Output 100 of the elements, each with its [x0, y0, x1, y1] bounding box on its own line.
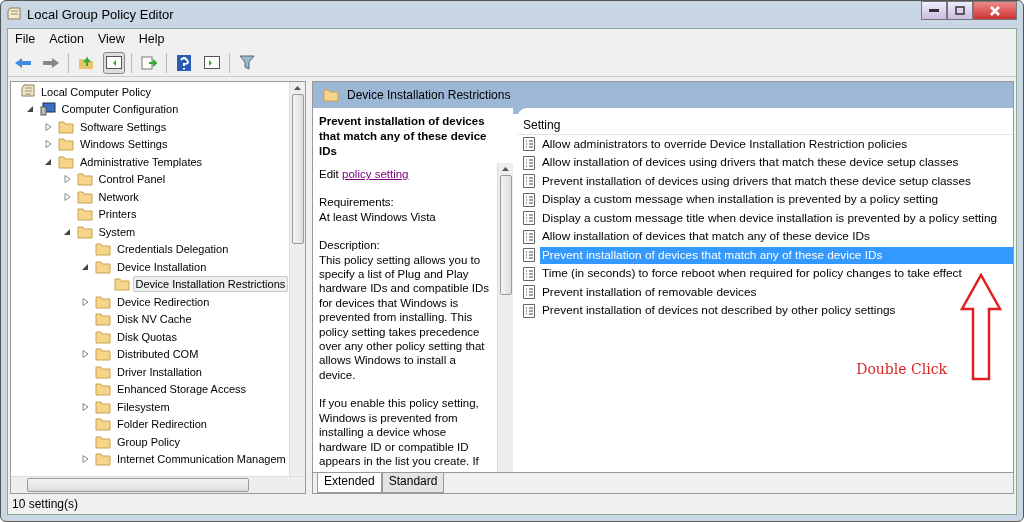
menu-item[interactable]: Action [42, 32, 91, 46]
collapse-arrow-icon[interactable] [45, 157, 53, 166]
folder-icon [58, 119, 74, 134]
policy-scroll-icon [7, 7, 21, 22]
collapse-arrow-icon[interactable] [26, 105, 34, 114]
tree-item[interactable]: Device Installation Restrictions [132, 276, 289, 293]
folder-icon [76, 189, 93, 204]
expand-arrow-icon[interactable] [82, 350, 90, 359]
setting-row[interactable]: Allow installation of devices using drivers that match these device setup classes [540, 154, 1013, 172]
expand-arrow-icon[interactable] [82, 402, 90, 411]
tree-item[interactable]: Local Computer Policy [38, 83, 155, 100]
tree-item[interactable]: Administrative Templates [77, 153, 206, 170]
description-label: Description: [319, 238, 381, 253]
close-button[interactable] [973, 1, 1017, 20]
tree-item[interactable]: Device Installation [114, 258, 210, 275]
tree-item[interactable]: Software Settings [77, 118, 170, 135]
setting-icon [523, 229, 535, 244]
setting-row[interactable]: Display a custom message title when device installation is prevented by a policy setting [540, 209, 1013, 227]
tree-item[interactable]: Network [95, 188, 142, 205]
collapse-arrow-icon[interactable] [63, 227, 71, 236]
tree-item[interactable]: Folder Redirection [114, 416, 210, 433]
forward-arrow-icon [42, 56, 60, 69]
close-icon [990, 5, 1000, 16]
folder-icon [76, 172, 93, 187]
expand-arrow-icon[interactable] [63, 192, 71, 201]
folder-icon [95, 312, 111, 327]
setting-row[interactable]: Time (in seconds) to force reboot when required for policy changes to take effect [540, 265, 1013, 283]
tree-item[interactable]: Disk Quotas [114, 328, 180, 345]
annotation-text: Double Click [856, 361, 947, 377]
expand-arrow-icon[interactable] [82, 297, 90, 306]
expand-arrow-icon[interactable] [45, 122, 53, 131]
window-title: Local Group Policy Editor [27, 7, 174, 22]
export-icon [141, 55, 157, 70]
scroll-up-arrow-icon[interactable] [294, 86, 301, 90]
tab[interactable]: Extended [317, 473, 382, 493]
setting-row[interactable]: Prevent installation of removable devices [540, 283, 1013, 301]
tree-item[interactable]: Credentials Delegation [114, 241, 232, 258]
setting-row[interactable]: Allow installation of devices that match any of these device IDs [540, 228, 1013, 246]
setting-icon [523, 211, 535, 226]
description-paragraph: This policy setting allows you to specify a list of Plug and Play hardware IDs and compatible IDs for devices that Windows is prevented from installing. This policy setting takes precedence over any other policy setting that allows Windows to install a device. [319, 252, 491, 383]
setting-row[interactable]: Display a custom message when installation is prevented by a policy setting [540, 191, 1013, 209]
status-text: 10 setting(s) [11, 496, 80, 513]
menu-item[interactable]: File [8, 32, 43, 46]
folder-icon [95, 242, 111, 257]
folder-icon [95, 452, 111, 467]
policy-title: Prevent installation of devices that match any of these device IDs [318, 114, 488, 159]
expand-arrow-icon[interactable] [45, 140, 53, 149]
tree-item[interactable]: Driver Installation [114, 363, 205, 380]
menu-item[interactable]: View [90, 32, 132, 46]
tree-item[interactable]: Windows Settings [77, 136, 171, 153]
setting-icon [523, 303, 535, 318]
horizontal-scrollbar[interactable] [11, 476, 305, 493]
setting-row[interactable]: Prevent installation of devices not described by other policy settings [540, 302, 1013, 320]
help-icon [177, 54, 191, 71]
folder-icon [76, 224, 93, 239]
tree-item[interactable]: Printers [95, 206, 140, 223]
tree-item[interactable]: Distributed COM [114, 346, 202, 363]
scroll-up-arrow-icon[interactable] [502, 167, 509, 171]
tree-item[interactable]: System [95, 223, 139, 240]
folder-icon [76, 207, 93, 222]
menu-item[interactable]: Help [131, 32, 172, 46]
show-pane-button[interactable] [103, 51, 125, 74]
setting-row[interactable]: Prevent installation of devices using drivers that match these device setup classes [540, 172, 1013, 190]
tab[interactable]: Standard [381, 473, 445, 493]
description-paragraph: If you enable this policy setting, Windows is prevented from installing a device whose hardware ID or compatible ID appears in the list you create. If [319, 396, 480, 469]
maximize-button[interactable] [947, 1, 973, 20]
vertical-scrollbar[interactable] [497, 163, 513, 472]
folder-icon [58, 154, 74, 169]
setting-icon [523, 248, 535, 263]
folder-up-icon [78, 55, 94, 70]
folder-icon [95, 417, 111, 432]
tree-item[interactable]: Filesystem [114, 398, 173, 415]
minimize-button[interactable] [921, 1, 947, 20]
tree-item[interactable]: Internet Communication Managem [114, 451, 289, 468]
tree-item[interactable]: Device Redirection [114, 293, 213, 310]
folder-icon [58, 137, 74, 152]
folder-icon [95, 294, 111, 309]
tree-item[interactable]: Control Panel [95, 171, 169, 188]
back-arrow-icon [14, 56, 32, 69]
tree-item[interactable]: Computer Configuration [58, 101, 182, 118]
vertical-scrollbar[interactable] [289, 82, 305, 476]
expand-arrow-icon[interactable] [63, 175, 71, 184]
folder-icon [323, 88, 339, 102]
folder-icon [95, 434, 111, 449]
column-header[interactable]: Setting [517, 108, 1013, 135]
policy-setting-link[interactable]: policy setting [342, 168, 409, 180]
folder-icon [113, 277, 130, 292]
policy-scroll-icon [21, 84, 35, 100]
setting-icon [523, 174, 535, 189]
setting-icon [523, 285, 535, 300]
folder-icon [95, 259, 111, 274]
folder-icon [95, 399, 111, 414]
collapse-arrow-icon[interactable] [82, 262, 90, 271]
expand-arrow-icon[interactable] [82, 455, 90, 464]
tree-item[interactable]: Enhanced Storage Access [114, 381, 250, 398]
setting-row[interactable]: Allow administrators to override Device Installation Restriction policies [540, 135, 1013, 153]
tree-item[interactable]: Group Policy [114, 433, 183, 450]
tree-item[interactable]: Disk NV Cache [114, 311, 195, 328]
maximize-icon [955, 6, 965, 15]
setting-icon [523, 266, 535, 281]
